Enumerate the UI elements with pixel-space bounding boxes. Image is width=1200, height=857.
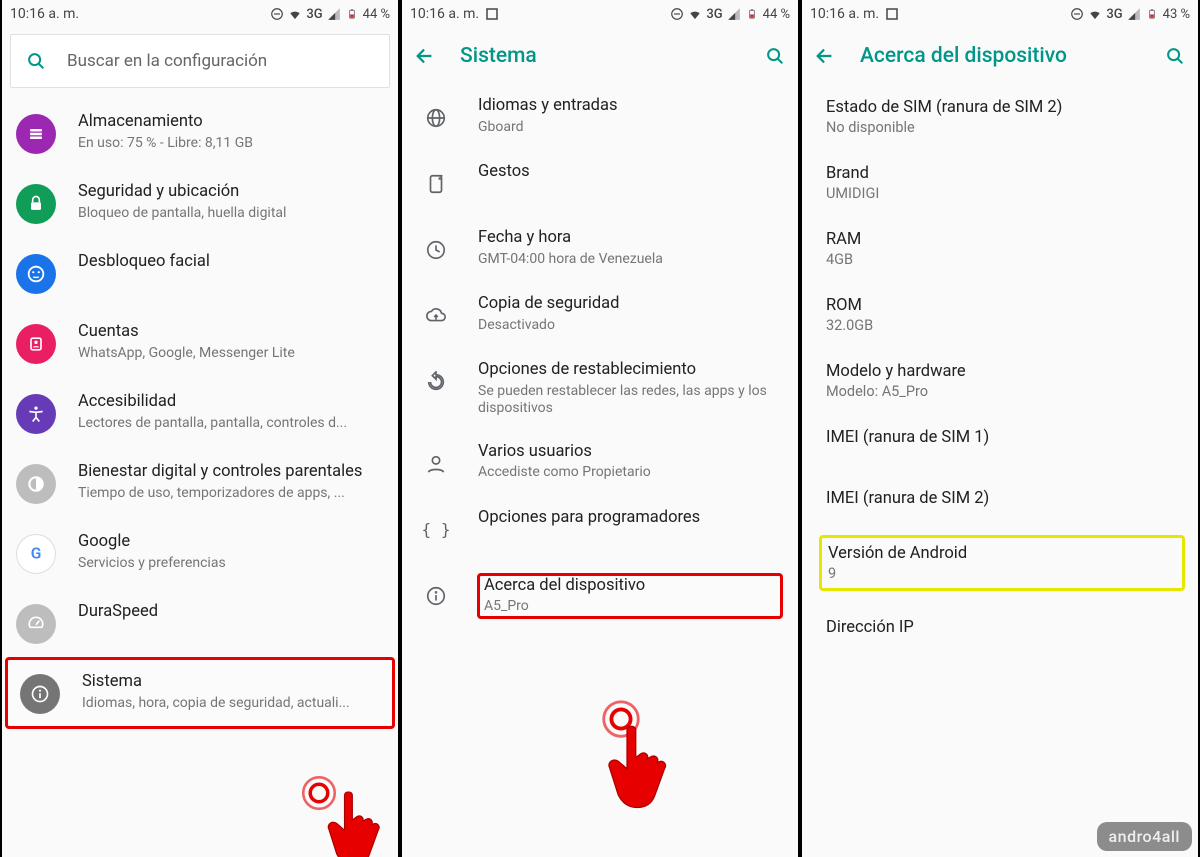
item-about-device[interactable]: Acerca del dispositivoA5_Pro: [402, 562, 798, 630]
search-placeholder: Buscar en la configuración: [67, 51, 267, 71]
storage-icon: [16, 114, 56, 154]
wifi-icon: [1088, 7, 1102, 21]
battery-percent: 43 %: [1163, 7, 1190, 22]
app-header: Sistema: [402, 28, 798, 84]
item-wellbeing[interactable]: Bienestar digital y controles parentales…: [2, 448, 398, 518]
status-time: 10:16 a. m.: [810, 6, 879, 22]
item-languages[interactable]: Idiomas y entradasGboard: [402, 84, 798, 150]
settings-list: AlmacenamientoEn uso: 75 % - Libre: 8,11…: [2, 98, 398, 857]
dnd-icon: [1070, 7, 1084, 21]
account-icon: [16, 324, 56, 364]
status-time: 10:16 a. m.: [10, 6, 79, 22]
user-icon: [416, 444, 456, 484]
item-gestures[interactable]: Gestos: [402, 150, 798, 216]
wifi-icon: [288, 7, 302, 21]
item-face-unlock[interactable]: Desbloqueo facial: [2, 238, 398, 308]
battery-percent: 44 %: [363, 7, 390, 22]
item-brand[interactable]: Brand UMIDIGI: [802, 150, 1198, 216]
status-bar: 10:16 a. m. 3G 44 %: [2, 0, 398, 28]
back-icon[interactable]: [414, 45, 436, 67]
info-outline-icon: [416, 576, 456, 616]
item-google[interactable]: G GoogleServicios y preferencias: [2, 518, 398, 588]
battery-icon: [745, 7, 759, 21]
signal-icon: [727, 7, 741, 21]
search-icon: [25, 50, 47, 72]
google-icon: G: [16, 534, 56, 574]
dev-icon: { }: [416, 510, 456, 550]
dnd-icon: [270, 7, 284, 21]
item-ip[interactable]: Dirección IP: [802, 604, 1198, 651]
item-reset[interactable]: Opciones de restablecimientoSe pueden re…: [402, 348, 798, 430]
lock-icon: [16, 184, 56, 224]
status-bar: 10:16 a. m. 3G 44 %: [402, 0, 798, 28]
item-storage[interactable]: AlmacenamientoEn uso: 75 % - Libre: 8,11…: [2, 98, 398, 168]
back-icon[interactable]: [814, 45, 836, 67]
globe-icon: [416, 98, 456, 138]
item-imei-2[interactable]: IMEI (ranura de SIM 2): [802, 475, 1198, 536]
face-icon: [16, 254, 56, 294]
phone-screen-3: 10:16 a. m. 3G 43 % Acerca del dispositi…: [800, 0, 1200, 857]
item-android-version[interactable]: Versión de Android 9: [820, 536, 1184, 590]
search-icon[interactable]: [1164, 45, 1186, 67]
item-backup[interactable]: Copia de seguridadDesactivado: [402, 282, 798, 348]
phone-screen-2: 10:16 a. m. 3G 44 % Sistema Idiomas y en…: [400, 0, 800, 857]
battery-icon: [1145, 7, 1159, 21]
dnd-icon: [670, 7, 684, 21]
item-model[interactable]: Modelo y hardware Modelo: A5_Pro: [802, 348, 1198, 414]
search-icon[interactable]: [764, 45, 786, 67]
item-rom[interactable]: ROM 32.0GB: [802, 282, 1198, 348]
item-imei-1[interactable]: IMEI (ranura de SIM 1): [802, 414, 1198, 475]
phone-screen-1: 10:16 a. m. 3G 44 % Buscar en la configu…: [0, 0, 400, 857]
item-sim-status[interactable]: Estado de SIM (ranura de SIM 2) No dispo…: [802, 84, 1198, 150]
gesture-icon: [416, 164, 456, 204]
item-security[interactable]: Seguridad y ubicaciónBloqueo de pantalla…: [2, 168, 398, 238]
page-title: Acerca del dispositivo: [860, 44, 1140, 68]
network-label: 3G: [1106, 7, 1122, 22]
speed-icon: [16, 604, 56, 644]
item-developer[interactable]: { } Opciones para programadores: [402, 496, 798, 562]
network-label: 3G: [706, 7, 722, 22]
status-time: 10:16 a. m.: [410, 6, 479, 22]
watermark: andro4all: [1097, 822, 1192, 851]
cloud-icon: [416, 296, 456, 336]
wifi-icon: [688, 7, 702, 21]
app-header: Acerca del dispositivo: [802, 28, 1198, 84]
a11y-icon: [16, 394, 56, 434]
screenshot-notif-icon: [885, 7, 899, 21]
status-bar: 10:16 a. m. 3G 43 %: [802, 0, 1198, 28]
page-title: Sistema: [460, 44, 740, 68]
battery-percent: 44 %: [763, 7, 790, 22]
network-label: 3G: [306, 7, 322, 22]
signal-icon: [327, 7, 341, 21]
item-accessibility[interactable]: AccesibilidadLectores de pantalla, panta…: [2, 378, 398, 448]
item-accounts[interactable]: CuentasWhatsApp, Google, Messenger Lite: [2, 308, 398, 378]
screenshot-notif-icon: [485, 7, 499, 21]
item-datetime[interactable]: Fecha y horaGMT-04:00 hora de Venezuela: [402, 216, 798, 282]
item-ram[interactable]: RAM 4GB: [802, 216, 1198, 282]
wellbeing-icon: [16, 464, 56, 504]
item-system[interactable]: SistemaIdiomas, hora, copia de seguridad…: [6, 658, 394, 728]
reset-icon: [416, 362, 456, 402]
system-list: Idiomas y entradasGboard Gestos Fecha y …: [402, 84, 798, 857]
svg-text:G: G: [31, 545, 42, 563]
item-duraspeed[interactable]: DuraSpeed: [2, 588, 398, 658]
info-icon: [20, 674, 60, 714]
signal-icon: [1127, 7, 1141, 21]
item-users[interactable]: Varios usuariosAccediste como Propietari…: [402, 430, 798, 496]
clock-icon: [416, 230, 456, 270]
battery-icon: [345, 7, 359, 21]
settings-search[interactable]: Buscar en la configuración: [10, 34, 390, 88]
about-list: Estado de SIM (ranura de SIM 2) No dispo…: [802, 84, 1198, 857]
